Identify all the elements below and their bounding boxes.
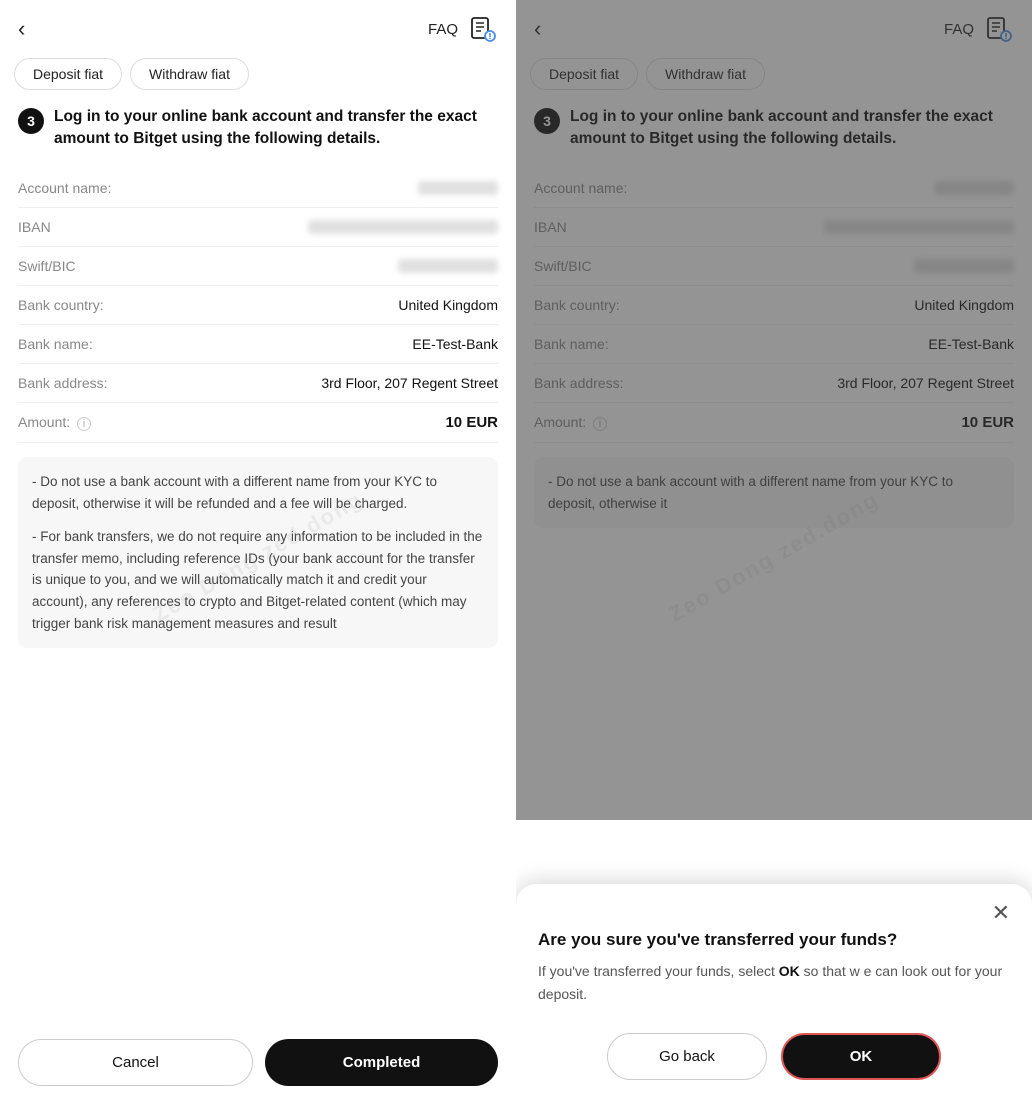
- bottom-bar-left: Cancel Completed: [0, 1025, 516, 1114]
- detail-label-iban-left: IBAN: [18, 219, 128, 235]
- detail-label-address-left: Bank address:: [18, 375, 128, 391]
- step-header-left: 3 Log in to your online bank account and…: [18, 106, 498, 151]
- detail-value-address-left: 3rd Floor, 207 Regent Street: [321, 375, 498, 391]
- modal-body-text1: If you've transferred your funds, select: [538, 963, 779, 979]
- detail-label-amount-left: Amount: i: [18, 414, 128, 430]
- detail-row-amount-left: Amount: i 10 EUR: [18, 403, 498, 443]
- detail-value-country-left: United Kingdom: [398, 297, 498, 313]
- detail-row-address-left: Bank address: 3rd Floor, 207 Regent Stre…: [18, 364, 498, 403]
- orders-icon-left[interactable]: [468, 14, 498, 44]
- modal-header: ✕: [538, 902, 1010, 924]
- detail-value-account-left: [418, 181, 498, 195]
- content-left: 3 Log in to your online bank account and…: [0, 100, 516, 1025]
- left-header: ‹ FAQ: [0, 0, 516, 54]
- modal-title: Are you sure you've transferred your fun…: [538, 930, 1010, 950]
- left-panel: Zeo Dong zed.dong ‹ FAQ Deposit fiat Wit…: [0, 0, 516, 1114]
- right-panel: Zeo Dong zed.dong ‹ FAQ Deposit fiat Wit…: [516, 0, 1032, 1114]
- detail-value-iban-left: [308, 220, 498, 234]
- detail-label-swift-left: Swift/BIC: [18, 258, 128, 274]
- detail-value-bankname-left: EE-Test-Bank: [412, 336, 498, 352]
- tabs-left: Deposit fiat Withdraw fiat: [0, 54, 516, 100]
- back-button-left[interactable]: ‹: [18, 18, 25, 40]
- notice-box-left: - Do not use a bank account with a diffe…: [18, 457, 498, 648]
- detail-row-bankname-left: Bank name: EE-Test-Bank: [18, 325, 498, 364]
- detail-value-swift-left: [398, 259, 498, 273]
- tab-deposit-left[interactable]: Deposit fiat: [14, 58, 122, 90]
- detail-row-country-left: Bank country: United Kingdom: [18, 286, 498, 325]
- detail-label-bankname-left: Bank name:: [18, 336, 128, 352]
- detail-label-country-left: Bank country:: [18, 297, 128, 313]
- detail-row-account-left: Account name:: [18, 169, 498, 208]
- go-back-button[interactable]: Go back: [607, 1033, 767, 1080]
- notice-p2-left: - For bank transfers, we do not require …: [32, 526, 484, 634]
- detail-label-account-left: Account name:: [18, 180, 128, 196]
- completed-button[interactable]: Completed: [265, 1039, 498, 1086]
- notice-p1-left: - Do not use a bank account with a diffe…: [32, 471, 484, 514]
- modal-body: If you've transferred your funds, select…: [538, 960, 1010, 1005]
- modal-close-button[interactable]: ✕: [992, 902, 1010, 924]
- detail-row-iban-left: IBAN: [18, 208, 498, 247]
- header-right-left: FAQ: [428, 14, 498, 44]
- step-title-left: Log in to your online bank account and t…: [54, 106, 498, 151]
- cancel-button[interactable]: Cancel: [18, 1039, 253, 1086]
- faq-label-left[interactable]: FAQ: [428, 21, 458, 38]
- confirmation-modal: ✕ Are you sure you've transferred your f…: [516, 884, 1032, 1114]
- ok-button[interactable]: OK: [781, 1033, 941, 1080]
- modal-actions: Go back OK: [538, 1033, 1010, 1080]
- overlay-dimmer: [516, 0, 1032, 820]
- tab-withdraw-left[interactable]: Withdraw fiat: [130, 58, 249, 90]
- amount-info-icon-left[interactable]: i: [77, 417, 91, 431]
- detail-row-swift-left: Swift/BIC: [18, 247, 498, 286]
- detail-value-amount-left: 10 EUR: [445, 414, 498, 431]
- step-badge-left: 3: [18, 108, 44, 134]
- modal-body-bold: OK: [779, 963, 800, 979]
